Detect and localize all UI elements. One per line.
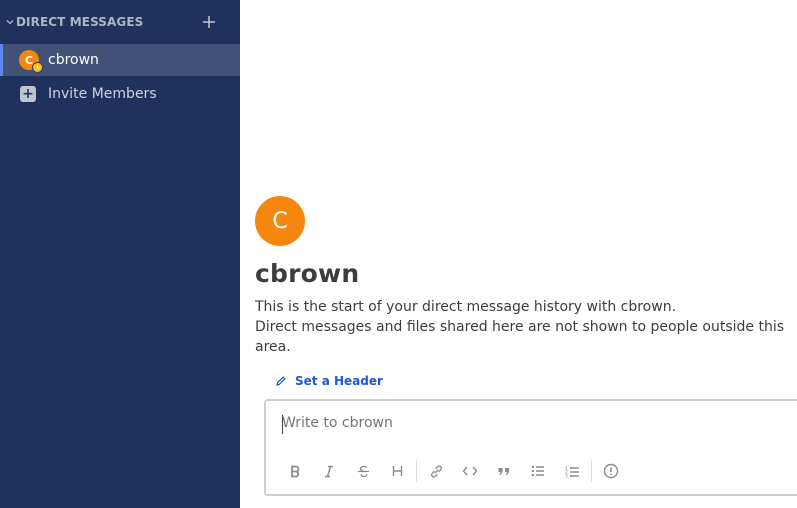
set-header-button[interactable]: Set a Header [275, 374, 383, 388]
bold-icon[interactable] [278, 459, 312, 483]
sidebar-item-label: cbrown [48, 52, 99, 68]
formatting-toolbar: 123 [278, 459, 628, 483]
invite-members-label: Invite Members [48, 86, 157, 102]
sidebar: DIRECT MESSAGES C cbrown + Invite Member… [0, 0, 240, 508]
app: DIRECT MESSAGES C cbrown + Invite Member… [0, 0, 797, 508]
away-status-icon [32, 62, 43, 73]
svg-text:3: 3 [565, 473, 568, 478]
channel-intro-name: cbrown [255, 259, 360, 288]
sidebar-item-cbrown[interactable]: C cbrown [0, 44, 240, 76]
direct-messages-section-header[interactable]: DIRECT MESSAGES [0, 0, 240, 44]
plus-box-icon: + [20, 86, 36, 102]
invite-members-button[interactable]: + Invite Members [0, 77, 240, 111]
heading-icon[interactable] [380, 459, 414, 483]
numbered-list-icon[interactable]: 123 [555, 459, 589, 483]
quote-icon[interactable] [487, 459, 521, 483]
chevron-down-icon[interactable] [4, 16, 16, 28]
intro-text-line-1: This is the start of your direct message… [255, 299, 677, 315]
link-icon[interactable] [419, 459, 453, 483]
channel-view: C cbrown This is the start of your direc… [240, 0, 797, 508]
section-title: DIRECT MESSAGES [16, 15, 144, 29]
profile-avatar[interactable]: C [255, 196, 305, 246]
strikethrough-icon[interactable] [346, 459, 380, 483]
toolbar-divider [591, 460, 592, 482]
info-icon[interactable] [594, 459, 628, 483]
message-composer: 123 [264, 399, 797, 496]
italic-icon[interactable] [312, 459, 346, 483]
channel-intro: C cbrown This is the start of your direc… [255, 196, 795, 391]
toolbar-divider [416, 460, 417, 482]
pencil-icon [275, 375, 287, 387]
avatar: C [19, 50, 43, 73]
add-direct-message-icon[interactable] [200, 13, 218, 31]
intro-text-line-2: Direct messages and files shared here ar… [255, 319, 785, 355]
code-icon[interactable] [453, 459, 487, 483]
bulleted-list-icon[interactable] [521, 459, 555, 483]
message-input[interactable] [282, 415, 782, 431]
set-header-label: Set a Header [295, 374, 383, 388]
avatar-letter: C [272, 208, 288, 234]
